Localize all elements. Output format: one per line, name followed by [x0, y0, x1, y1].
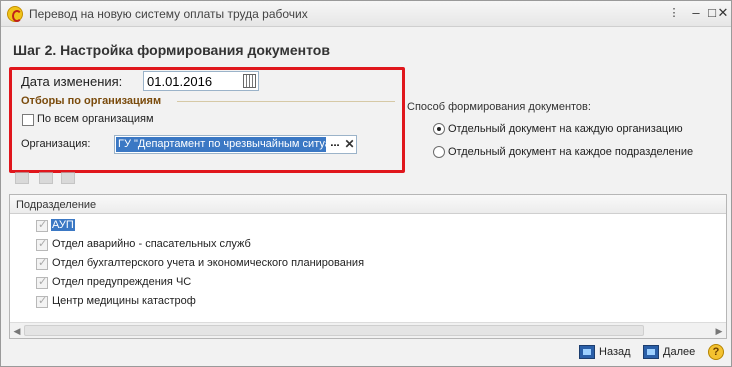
more-actions-icon[interactable]: ⋮	[665, 5, 683, 21]
next-button[interactable]: Далее	[643, 342, 695, 362]
departments-table: Подразделение АУП Отдел аварийно - спаса…	[9, 194, 727, 339]
next-arrow-icon	[643, 345, 659, 359]
radio-per-organization[interactable]	[433, 123, 445, 135]
close-button[interactable]: ✕	[714, 5, 732, 21]
organization-clear-icon[interactable]: ✕	[343, 137, 356, 152]
organization-value[interactable]: ГУ "Департамент по чрезвычайным ситуация…	[116, 137, 326, 152]
back-button[interactable]: Назад	[579, 342, 631, 362]
calendar-icon[interactable]	[243, 74, 256, 88]
help-button[interactable]: ?	[708, 344, 724, 360]
method-title: Способ формирования документов:	[407, 101, 591, 113]
column-header-department[interactable]: Подразделение	[16, 199, 96, 211]
table-header[interactable]: Подразделение	[10, 195, 726, 214]
row-checkbox[interactable]	[36, 237, 48, 251]
uncheck-all-icon[interactable]	[39, 172, 53, 184]
next-button-label: Далее	[663, 346, 696, 358]
back-arrow-icon	[579, 345, 595, 359]
step-title: Шаг 2. Настройка формирования документов	[13, 42, 330, 58]
all-orgs-checkbox[interactable]	[22, 114, 34, 126]
change-date-label: Дата изменения:	[21, 74, 123, 89]
scroll-left-icon[interactable]: ◀	[12, 326, 22, 336]
radio-per-organization-label[interactable]: Отдельный документ на каждую организацию	[448, 123, 683, 135]
change-date-field[interactable]: 01.01.2016	[143, 71, 259, 91]
row-checkbox[interactable]	[36, 294, 48, 308]
all-orgs-label[interactable]: По всем организациям	[37, 113, 154, 125]
invert-check-icon[interactable]	[61, 172, 75, 184]
window-title: Перевод на новую систему оплаты труда ра…	[29, 7, 308, 21]
title-bar: Перевод на новую систему оплаты труда ра…	[1, 1, 731, 27]
scroll-right-icon[interactable]: ▶	[714, 326, 724, 336]
back-button-label: Назад	[599, 346, 631, 358]
scrollbar-thumb[interactable]	[24, 325, 644, 336]
organization-label: Организация:	[21, 138, 91, 150]
row-checkbox[interactable]	[36, 256, 48, 270]
group-divider	[177, 101, 395, 102]
row-label[interactable]: Центр медицины катастроф	[51, 295, 197, 307]
row-checkbox[interactable]	[36, 275, 48, 289]
org-filter-group-title: Отборы по организациям	[21, 95, 162, 107]
row-label[interactable]: АУП	[51, 219, 75, 231]
row-label[interactable]: Отдел бухгалтерского учета и экономическ…	[51, 257, 365, 269]
row-label[interactable]: Отдел аварийно - спасательных служб	[51, 238, 252, 250]
radio-per-department[interactable]	[433, 146, 445, 158]
wizard-window: Перевод на новую систему оплаты труда ра…	[0, 0, 732, 367]
organization-field[interactable]: ГУ "Департамент по чрезвычайным ситуация…	[114, 135, 357, 154]
change-date-value[interactable]: 01.01.2016	[147, 74, 212, 89]
radio-per-department-label[interactable]: Отдельный документ на каждое подразделен…	[448, 146, 693, 158]
app-logo-icon	[7, 6, 23, 22]
organization-select-button[interactable]: ...	[328, 136, 342, 153]
row-checkbox[interactable]	[36, 218, 48, 232]
horizontal-scrollbar[interactable]: ◀ ▶	[10, 322, 726, 338]
check-all-icon[interactable]	[15, 172, 29, 184]
row-label[interactable]: Отдел предупреждения ЧС	[51, 276, 192, 288]
